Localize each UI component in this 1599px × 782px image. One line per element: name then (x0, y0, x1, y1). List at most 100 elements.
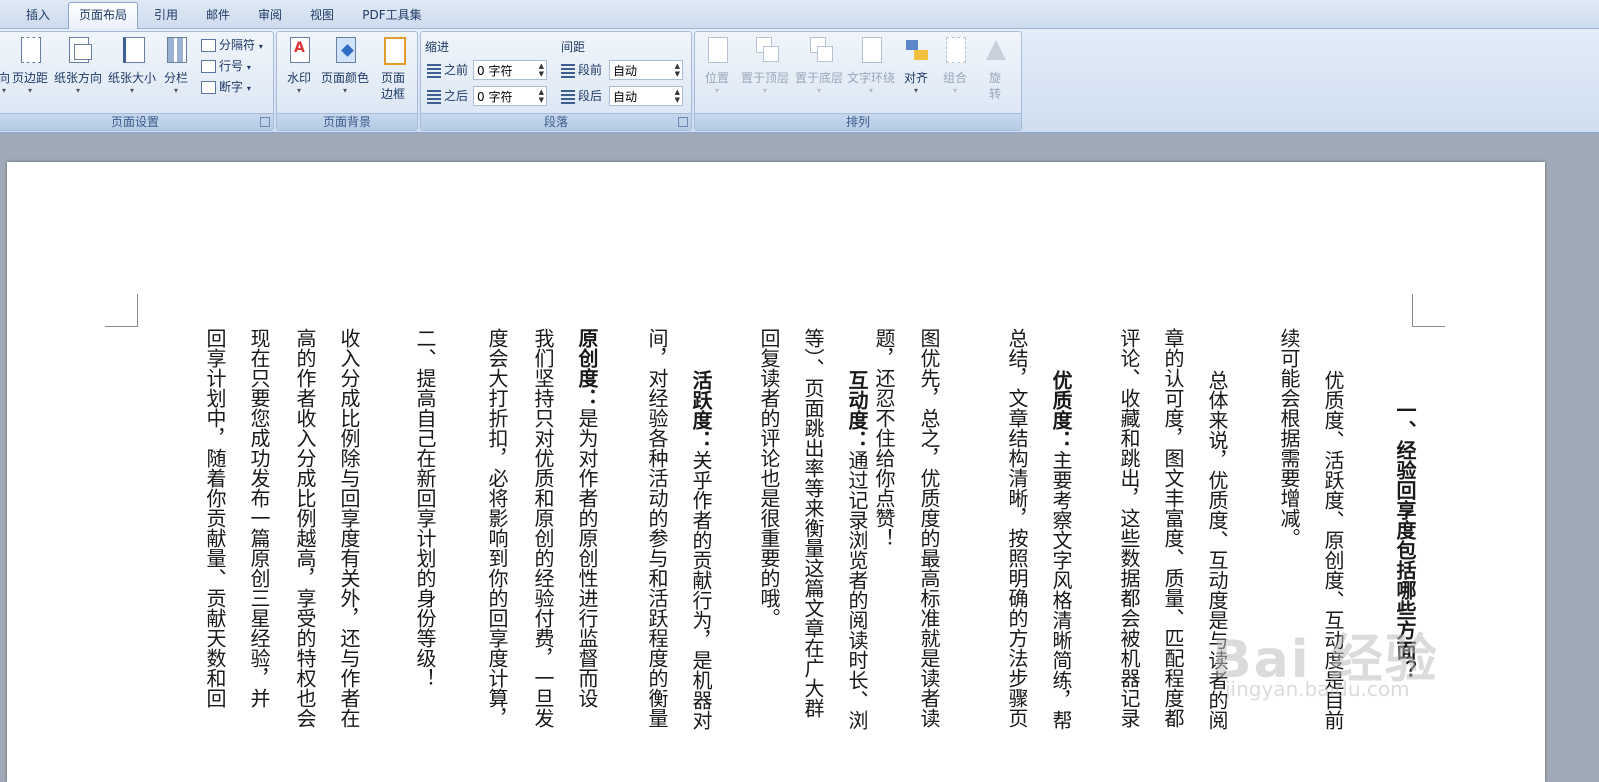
document-area[interactable]: 一、经验回享度包括哪些方面？ 优质度、活跃度、原创度、互动度是目前 续可能会根据需要… (0, 133, 1599, 782)
line-numbers-icon (201, 60, 216, 73)
text-column[interactable]: 我们坚持只对优质和原创的经验付费，一旦发 (525, 328, 561, 782)
indent-before-input[interactable]: 0 字符 ▲ ▼ (473, 60, 547, 80)
text-column[interactable]: 高的作者收入分成比例越高，享受的特权也会 (287, 328, 323, 782)
text-column[interactable]: 一、经验回享度包括哪些方面？ (1387, 400, 1423, 782)
line-numbers-button[interactable]: 行号 ▾ (201, 57, 251, 75)
text-column[interactable]: 总体来说，优质度、互动度是与读者的阅 (1199, 370, 1235, 782)
ribbon-tab-bar: 插入 页面布局 引用 邮件 审阅 视图 PDF工具集 (0, 0, 1599, 29)
page-background-caption: 页面背景 (277, 113, 417, 130)
text-column[interactable]: 优质度、活跃度、原创度、互动度是目前 (1315, 370, 1351, 782)
page-setup-caption: 页面设置 (0, 113, 273, 130)
page-setup-launcher-icon[interactable] (260, 117, 270, 127)
tab-page-layout[interactable]: 页面布局 (68, 2, 138, 29)
margins-icon (16, 36, 44, 66)
column-heading: 活跃度： (689, 370, 713, 450)
column-text: 题，还忍不住给你点赞！ (872, 328, 896, 548)
column-text: 续可能会根据需要增减。 (1277, 328, 1301, 548)
text-column[interactable]: 回享计划中，随着你贡献量、贡献天数和回 (197, 328, 233, 782)
corner-mark-top-right (1412, 294, 1445, 327)
position-icon (703, 36, 731, 66)
space-after-icon (561, 89, 575, 104)
text-column[interactable]: 二、提高自己在新回享计划的身份等级！ (407, 328, 443, 782)
text-column[interactable]: 原创度：是为对作者的原创性进行监督而设 (569, 328, 605, 782)
paper-size-icon (118, 36, 146, 66)
text-column[interactable]: 活跃度：关乎作者的贡献行为，是机器对 (683, 370, 719, 782)
indent-before-label: 之前 (427, 60, 468, 80)
indent-right-icon (427, 89, 441, 104)
text-column[interactable]: 收入分成比例除与回享度有关外，还与作者在 (331, 328, 367, 782)
tab-mailings[interactable]: 邮件 (198, 4, 238, 26)
text-direction-button[interactable]: 向 ▾ (0, 36, 11, 96)
column-text: 等）、页面跳出率等来衡量这篇文章在广大群 (801, 328, 825, 718)
space-before-input[interactable]: 自动 ▲ ▼ (609, 60, 683, 80)
arrange-caption: 排列 (695, 113, 1021, 130)
indent-left-icon (427, 63, 441, 78)
indent-after-label: 之后 (427, 86, 468, 106)
rotate-icon (981, 36, 1009, 66)
bring-to-front-icon (751, 36, 779, 66)
indent-after-input[interactable]: 0 字符 ▲ ▼ (473, 86, 547, 106)
position-button[interactable]: 位置 ▾ (699, 36, 735, 96)
column-heading: 优质度： (1049, 370, 1073, 450)
column-text: 二、提高自己在新回享计划的身份等级！ (413, 328, 437, 688)
space-after-label: 段后 (561, 86, 602, 106)
paper-size-button[interactable]: 纸张大小 ▾ (107, 36, 157, 96)
align-icon (902, 36, 930, 66)
column-text: 主要考察文字风格清晰简练，帮 (1049, 450, 1073, 730)
column-text: 度会大打折扣，必将影响到你的回享度计算， (485, 328, 509, 728)
column-text: 间，对经验各种活动的参与和活跃程度的衡量 (645, 328, 669, 728)
text-column[interactable]: 章的认可度，图文丰富度、质量、匹配程度都 (1155, 328, 1191, 782)
tab-review[interactable]: 审阅 (250, 4, 290, 26)
page-border-button[interactable]: 页面 边框 (375, 36, 411, 102)
column-text: 通过记录浏览者的阅读时长、浏 (845, 450, 869, 730)
corner-mark-top-left (105, 294, 138, 327)
text-wrap-button[interactable]: 文字环绕 ▾ (845, 36, 897, 96)
group-page-setup: 向 ▾ 页边距 ▾ 纸张方向 ▾ 纸张大小 ▾ 分栏 ▾ 分隔符 ▾ 行号 ▾ (0, 31, 274, 131)
page-color-button[interactable]: 页面颜色 ▾ (319, 36, 371, 96)
space-after-input[interactable]: 自动 ▲ ▼ (609, 86, 683, 106)
column-text: 是为对作者的原创性进行监督而设 (575, 408, 599, 708)
text-column[interactable]: 优质度：主要考察文字风格清晰简练，帮 (1043, 370, 1079, 782)
columns-icon (162, 36, 190, 66)
group-paragraph: 缩进 间距 之前 0 字符 ▲ ▼ 之后 0 字符 ▲ ▼ 段前 自动 ▲ ▼ 段后 自动 ▲… (420, 31, 692, 131)
text-column[interactable]: 度会大打折扣，必将影响到你的回享度计算， (479, 328, 515, 782)
group-page-background: A 水印 ▾ 页面颜色 ▾ 页面 边框 页面背景 (276, 31, 418, 131)
orientation-button[interactable]: 纸张方向 ▾ (53, 36, 103, 96)
page-border-icon (379, 36, 407, 66)
text-column[interactable]: 等）、页面跳出率等来衡量这篇文章在广大群 (795, 328, 831, 782)
document-page[interactable]: 一、经验回享度包括哪些方面？ 优质度、活跃度、原创度、互动度是目前 续可能会根据需要… (7, 162, 1545, 782)
tab-insert[interactable]: 插入 (18, 4, 58, 26)
tab-view[interactable]: 视图 (302, 4, 342, 26)
text-column[interactable]: 评论、收藏和跳出，这些数据都会被机器记录 (1111, 328, 1147, 782)
watermark-url: jingyan.baidu.com (1225, 677, 1410, 701)
align-button[interactable]: 对齐 ▾ (899, 36, 933, 96)
group-arrange: 位置 ▾ 置于顶层 ▾ 置于底层 ▾ 文字环绕 ▾ 对齐 ▾ 组合 ▾ 旋 转 … (694, 31, 1022, 131)
paragraph-launcher-icon[interactable] (678, 117, 688, 127)
column-text: 章的认可度，图文丰富度、质量、匹配程度都 (1161, 328, 1185, 728)
columns-button[interactable]: 分栏 ▾ (161, 36, 191, 96)
hyphenation-button[interactable]: 断字 ▾ (201, 78, 251, 96)
margins-button[interactable]: 页边距 ▾ (11, 36, 49, 96)
watermark-button[interactable]: A 水印 ▾ (281, 36, 317, 96)
breaks-button[interactable]: 分隔符 ▾ (201, 36, 263, 54)
text-column[interactable]: 续可能会根据需要增减。 (1271, 328, 1307, 782)
bring-to-front-button[interactable]: 置于顶层 ▾ (739, 36, 791, 96)
send-to-back-button[interactable]: 置于底层 ▾ (793, 36, 845, 96)
column-text: 收入分成比例除与回享度有关外，还与作者在 (337, 328, 361, 728)
tab-references[interactable]: 引用 (146, 4, 186, 26)
text-column[interactable]: 互动度：通过记录浏览者的阅读时长、浏 (839, 370, 875, 782)
column-text: 回享计划中，随着你贡献量、贡献天数和回 (203, 328, 227, 708)
text-column[interactable]: 回复读者的评论也是很重要的哦。 (751, 328, 787, 782)
indent-title: 缩进 (425, 40, 450, 54)
text-column[interactable]: 总结，文章结构清晰，按照明确的方法步骤页 (999, 328, 1035, 782)
page-color-icon (331, 36, 359, 66)
text-column[interactable]: 间，对经验各种活动的参与和活跃程度的衡量 (639, 328, 675, 782)
tab-pdf-tools[interactable]: PDF工具集 (354, 4, 430, 26)
column-heading: 原创度： (575, 328, 599, 408)
column-text: 总结，文章结构清晰，按照明确的方法步骤页 (1005, 328, 1029, 728)
rotate-button[interactable]: 旋 转 (977, 36, 1013, 102)
text-column[interactable]: 图优先，总之，优质度的最高标准就是读者读 (911, 328, 947, 782)
text-column[interactable]: 现在只要您成功发布一篇原创三星经验，并 (241, 328, 277, 782)
space-before-icon (561, 63, 575, 78)
group-button[interactable]: 组合 ▾ (937, 36, 973, 96)
